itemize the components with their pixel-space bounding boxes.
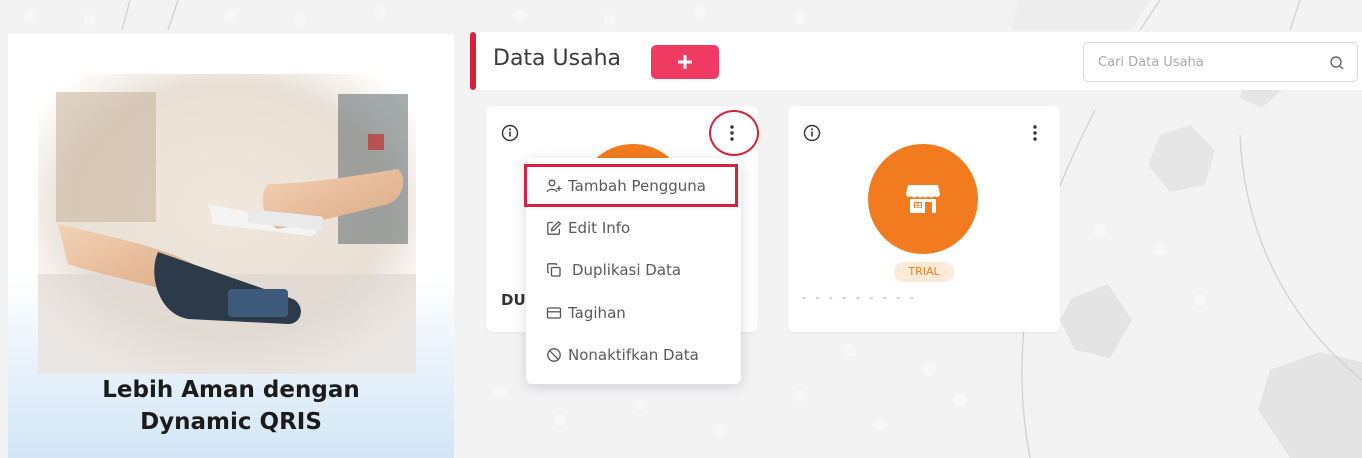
page-title: Data Usaha bbox=[493, 46, 621, 71]
business-avatar bbox=[868, 144, 978, 254]
plus-icon bbox=[678, 55, 692, 69]
block-icon bbox=[547, 348, 561, 362]
payment-terminal-illustration bbox=[38, 74, 416, 374]
menu-item-duplikasi-data[interactable]: Duplikasi Data bbox=[526, 250, 741, 290]
promo-title-line1: Lebih Aman dengan bbox=[102, 377, 360, 403]
status-badge: TRIAL bbox=[894, 262, 954, 282]
business-name: DU bbox=[501, 291, 526, 309]
kebab-highlight-circle bbox=[709, 110, 759, 156]
menu-item-tagihan[interactable]: Tagihan bbox=[526, 293, 741, 333]
menu-item-label: Edit Info bbox=[568, 219, 631, 237]
business-subtitle: - - - - - - - - - bbox=[802, 291, 917, 304]
billing-card-icon bbox=[546, 307, 562, 319]
page-header: Data Usaha bbox=[470, 32, 1362, 90]
promo-banner: Lebih Aman dengan Dynamic QRIS bbox=[8, 34, 454, 458]
header-accent-bar bbox=[470, 32, 476, 90]
menu-item-highlight-box bbox=[524, 164, 738, 207]
edit-icon bbox=[547, 220, 562, 235]
menu-item-label: Duplikasi Data bbox=[572, 261, 682, 279]
copy-icon bbox=[547, 263, 561, 277]
kebab-menu-icon[interactable] bbox=[1025, 122, 1045, 144]
menu-item-nonaktifkan-data[interactable]: Nonaktifkan Data bbox=[526, 335, 741, 375]
menu-item-edit-info[interactable]: Edit Info bbox=[526, 208, 741, 248]
store-icon bbox=[906, 185, 940, 213]
business-card[interactable]: TRIAL - - - - - - - - - bbox=[788, 106, 1060, 332]
info-icon[interactable] bbox=[501, 124, 519, 142]
add-data-usaha-button[interactable] bbox=[651, 45, 719, 79]
promo-title: Lebih Aman dengan Dynamic QRIS bbox=[8, 374, 454, 438]
info-icon[interactable] bbox=[803, 124, 821, 142]
search-icon[interactable] bbox=[1329, 55, 1345, 71]
menu-item-label: Tagihan bbox=[568, 304, 626, 322]
promo-title-line2: Dynamic QRIS bbox=[140, 409, 322, 435]
menu-item-label: Nonaktifkan Data bbox=[568, 346, 699, 364]
search-input[interactable] bbox=[1098, 51, 1318, 73]
search-field[interactable] bbox=[1083, 42, 1358, 82]
